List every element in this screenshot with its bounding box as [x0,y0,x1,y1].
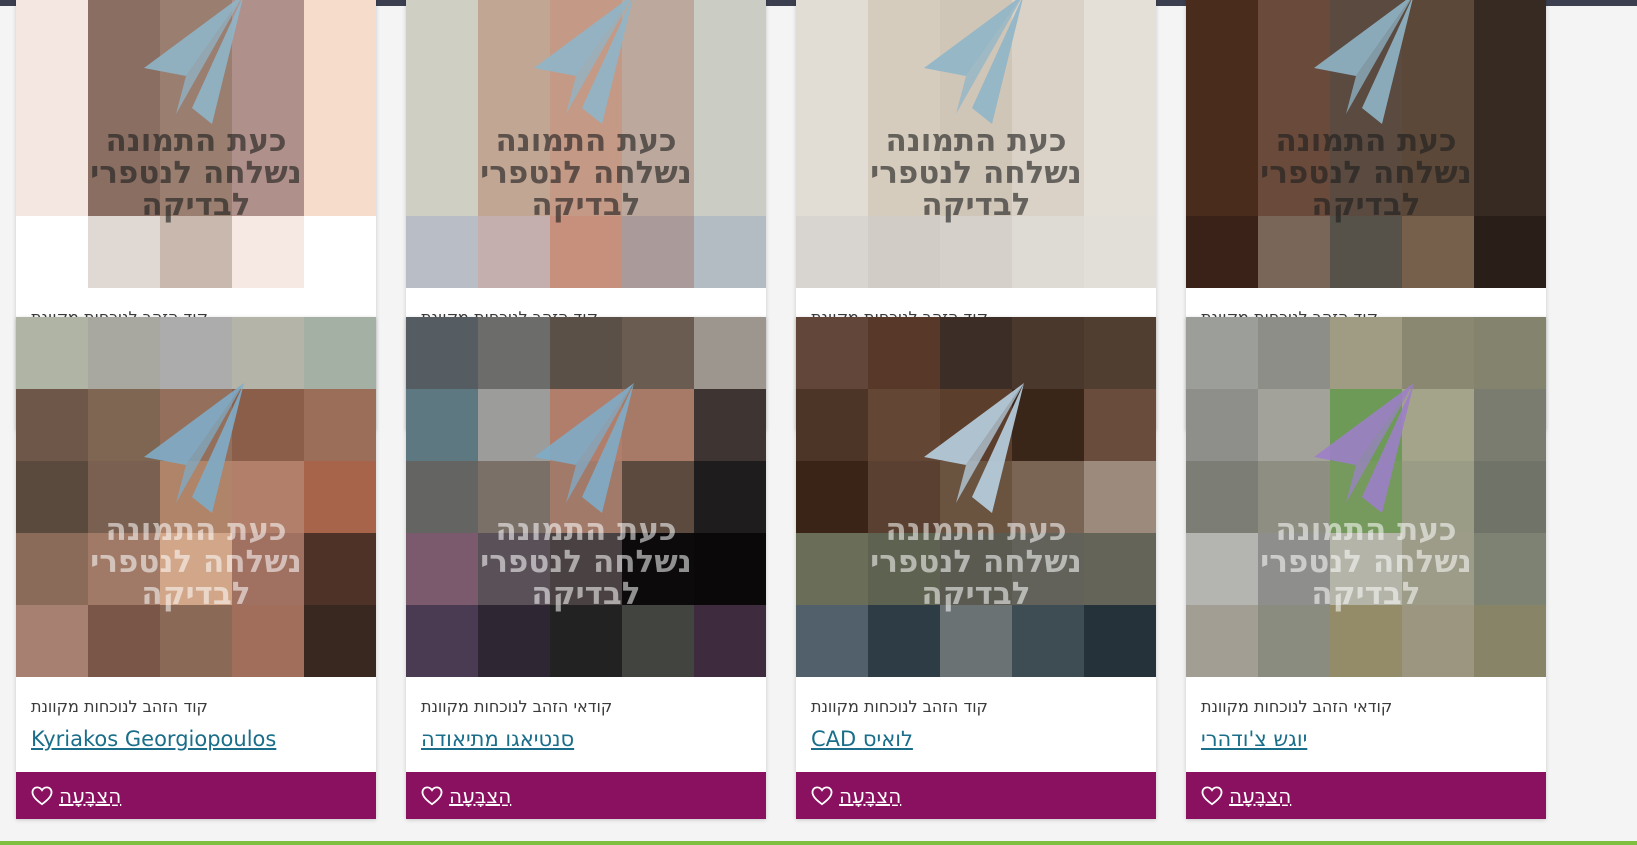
candidate-photo-pixelated: כעת התמונה נשלחה לנטפרי לבדיקה [16,0,376,288]
review-pending-overlay: כעת התמונה נשלחה לנטפרי לבדיקה [406,0,766,288]
candidate-photo-pixelated: כעת התמונה נשלחה לנטפרי לבדיקה [406,317,766,677]
overlay-text-line2: נשלחה לנטפרי [480,544,692,580]
overlay-text-line2: נשלחה לנטפרי [480,155,692,191]
candidate-info: קודאי הזהב לנוכחות מקוונת יוגש צ'ודהרי [1186,677,1546,772]
candidate-name-link[interactable]: Kyriakos Georgiopoulos [31,727,276,751]
vote-label: הַצבָּעָה [449,783,512,808]
overlay-text-line3: לבדיקה [1311,576,1421,612]
candidate-name-link[interactable]: סנטיאגו מתיאודה [421,727,574,751]
overlay-text-line1: כעת התמונה [885,123,1067,159]
paper-plane-icon [1314,383,1414,513]
candidate-photo-pixelated: כעת התמונה נשלחה לנטפרי לבדיקה [796,317,1156,677]
candidate-photo-pixelated: כעת התמונה נשלחה לנטפרי לבדיקה [1186,317,1546,677]
candidate-info: קוד הזהב לנוכחות מקוונת Kyriakos Georgio… [16,677,376,772]
candidate-photo-pixelated: כעת התמונה נשלחה לנטפרי לבדיקה [1186,0,1546,288]
heart-outline-icon [811,785,833,805]
footer-divider [0,841,1637,845]
heart-outline-icon [31,785,53,805]
overlay-text-line3: לבדיקה [1311,187,1421,223]
vote-label: הַצבָּעָה [59,783,122,808]
candidate-photo-pixelated: כעת התמונה נשלחה לנטפרי לבדיקה [16,317,376,677]
overlay-text-line1: כעת התמונה [105,123,287,159]
overlay-text-line1: כעת התמונה [105,512,287,548]
candidate-photo-pixelated: כעת התמונה נשלחה לנטפרי לבדיקה [406,0,766,288]
candidate-info: קוד הזהב לנוכחות מקוונת CAD לואיס [796,677,1156,772]
overlay-text-line1: כעת התמונה [1275,512,1457,548]
candidate-category: קוד הזהב לנוכחות מקוונת [31,697,208,716]
overlay-text-line1: כעת התמונה [885,512,1067,548]
candidate-card: כעת התמונה נשלחה לנטפרי לבדיקה קוד הזהב … [16,317,376,819]
overlay-text-line3: לבדיקה [921,187,1031,223]
overlay-text-line1: כעת התמונה [1275,123,1457,159]
overlay-text-line2: נשלחה לנטפרי [90,155,302,191]
overlay-text-line2: נשלחה לנטפרי [1260,544,1472,580]
review-pending-overlay: כעת התמונה נשלחה לנטפרי לבדיקה [1186,317,1546,677]
candidate-name-link[interactable]: יוגש צ'ודהרי [1201,727,1307,751]
candidate-name-link[interactable]: CAD לואיס [811,727,913,751]
overlay-text-line3: לבדיקה [921,576,1031,612]
heart-outline-icon [1201,785,1223,805]
candidate-card: כעת התמונה נשלחה לנטפרי לבדיקה קודאי הזה… [1186,317,1546,819]
review-pending-overlay: כעת התמונה נשלחה לנטפרי לבדיקה [16,0,376,288]
overlay-text-line3: לבדיקה [141,576,251,612]
overlay-text-line2: נשלחה לנטפרי [870,544,1082,580]
overlay-text-line1: כעת התמונה [495,512,677,548]
heart-outline-icon [421,785,443,805]
candidate-category: קוד הזהב לנוכחות מקוונת [811,697,988,716]
vote-button[interactable]: הַצבָּעָה [16,772,376,819]
overlay-text-line1: כעת התמונה [495,123,677,159]
review-pending-overlay: כעת התמונה נשלחה לנטפרי לבדיקה [1186,0,1546,288]
paper-plane-icon [534,383,634,513]
overlay-text-line3: לבדיקה [531,576,641,612]
candidate-card: כעת התמונה נשלחה לנטפרי לבדיקה קוד הזהב … [796,317,1156,819]
review-pending-overlay: כעת התמונה נשלחה לנטפרי לבדיקה [406,317,766,677]
review-pending-overlay: כעת התמונה נשלחה לנטפרי לבדיקה [796,0,1156,288]
paper-plane-icon [924,383,1024,513]
overlay-text-line3: לבדיקה [531,187,641,223]
candidate-category: קודאי הזהב לנוכחות מקוונת [421,697,613,716]
overlay-text-line3: לבדיקה [141,187,251,223]
overlay-text-line2: נשלחה לנטפרי [90,544,302,580]
overlay-text-line2: נשלחה לנטפרי [870,155,1082,191]
overlay-text-line2: נשלחה לנטפרי [1260,155,1472,191]
vote-button[interactable]: הַצבָּעָה [1186,772,1546,819]
candidates-grid: כעת התמונה נשלחה לנטפרי לבדיקה קוד הזהב … [16,0,1546,840]
paper-plane-icon [144,383,244,513]
review-pending-overlay: כעת התמונה נשלחה לנטפרי לבדיקה [796,317,1156,677]
vote-button[interactable]: הַצבָּעָה [796,772,1156,819]
candidate-category: קודאי הזהב לנוכחות מקוונת [1201,697,1393,716]
candidate-info: קודאי הזהב לנוכחות מקוונת סנטיאגו מתיאוד… [406,677,766,772]
candidate-photo-pixelated: כעת התמונה נשלחה לנטפרי לבדיקה [796,0,1156,288]
vote-button[interactable]: הַצבָּעָה [406,772,766,819]
review-pending-overlay: כעת התמונה נשלחה לנטפרי לבדיקה [16,317,376,677]
candidate-card: כעת התמונה נשלחה לנטפרי לבדיקה קודאי הזה… [406,317,766,819]
vote-label: הַצבָּעָה [839,783,902,808]
vote-label: הַצבָּעָה [1229,783,1292,808]
